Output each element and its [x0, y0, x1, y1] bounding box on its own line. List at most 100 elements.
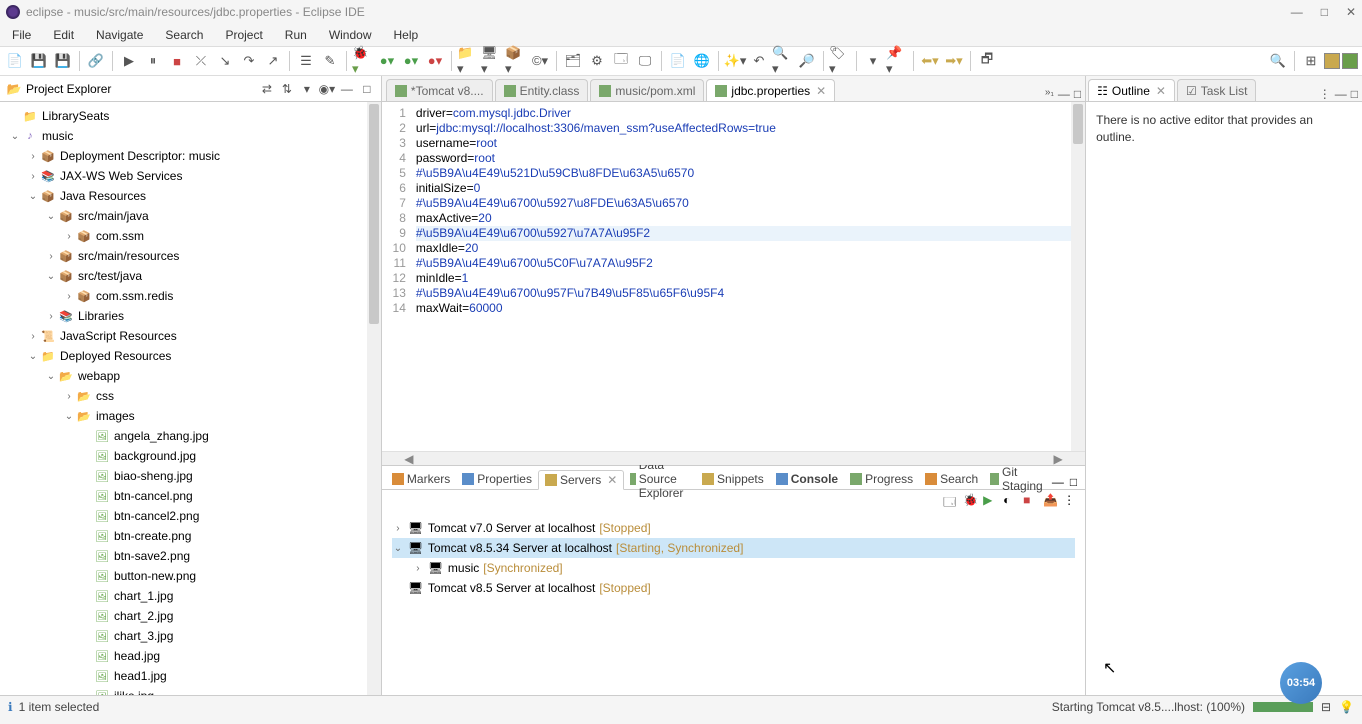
menu-project[interactable]: Project	[221, 26, 266, 44]
bottom-tab-git-staging[interactable]: Git Staging	[984, 469, 1052, 489]
tree-item[interactable]: ⌄📦Java Resources	[0, 186, 381, 206]
debug-perspective-icon[interactable]	[1342, 53, 1358, 69]
menu-navigate[interactable]: Navigate	[92, 26, 147, 44]
close-tab-icon[interactable]: ✕	[607, 473, 617, 487]
step-return-button[interactable]: ↗	[262, 50, 284, 72]
tag-icon[interactable]: 🏷▾	[829, 50, 851, 72]
servers-profile-icon[interactable]: ◐	[1003, 493, 1019, 509]
tree-item[interactable]: 🖼angela_zhang.jpg	[0, 426, 381, 446]
tree-twisty-icon[interactable]: ›	[62, 231, 76, 242]
save-all-button[interactable]: 💾	[52, 50, 74, 72]
window-icon[interactable]: 🗔	[610, 50, 632, 72]
editor-tab[interactable]: jdbc.properties✕	[706, 79, 835, 101]
wand-icon[interactable]: ✨▾	[724, 50, 746, 72]
servers-tree[interactable]: ›🖥Tomcat v7.0 Server at localhost [Stopp…	[382, 512, 1085, 695]
code-line[interactable]: driver=com.mysql.jdbc.Driver	[416, 106, 1085, 121]
tree-item[interactable]: ⌄📦src/test/java	[0, 266, 381, 286]
tree-item[interactable]: 🖼background.jpg	[0, 446, 381, 466]
tree-item[interactable]: 🖼biao-sheng.jpg	[0, 466, 381, 486]
debug-button[interactable]: 🐞▾	[352, 50, 374, 72]
code-line[interactable]: #\u5B9A\u4E49\u6700\u5927\u7A7A\u95F2	[416, 226, 1085, 241]
code-line[interactable]: username=root	[416, 136, 1085, 151]
file-icon[interactable]: 📄	[667, 50, 689, 72]
run-ext-button[interactable]: ●▾	[400, 50, 422, 72]
code-line[interactable]: maxWait=60000	[416, 301, 1085, 316]
servers-nolink-icon[interactable]: 🗔	[943, 493, 959, 509]
tree-twisty-icon[interactable]: ›	[62, 291, 76, 302]
tree-twisty-icon[interactable]: ⌄	[44, 271, 58, 282]
gear-icon[interactable]: ⚙	[586, 50, 608, 72]
maximize-panel-icon[interactable]: □	[1070, 475, 1077, 489]
servers-stop-icon[interactable]: ■	[1023, 493, 1039, 509]
code-line[interactable]: url=jdbc:mysql://localhost:3306/maven_ss…	[416, 121, 1085, 136]
javaee-perspective-icon[interactable]	[1324, 53, 1340, 69]
debug-skip-button[interactable]: ▶	[118, 50, 140, 72]
tree-twisty-icon[interactable]: ›	[392, 523, 404, 534]
tree-item[interactable]: ›📦com.ssm.redis	[0, 286, 381, 306]
vertical-scrollbar[interactable]	[367, 102, 381, 695]
screen-icon[interactable]: 🖵	[634, 50, 656, 72]
tree-twisty-icon[interactable]: ⌄	[26, 191, 40, 202]
filter-icon[interactable]: ▾	[299, 81, 315, 97]
save-button[interactable]: 💾	[28, 50, 50, 72]
tree-item[interactable]: ⌄📦src/main/java	[0, 206, 381, 226]
link-icon[interactable]: 🔗	[85, 50, 107, 72]
code-line[interactable]: password=root	[416, 151, 1085, 166]
scroll-thumb[interactable]	[369, 104, 379, 324]
code-line[interactable]: #\u5B9A\u4E49\u6700\u5C0F\u7A7A\u95F2	[416, 256, 1085, 271]
tab-outline[interactable]: ☷ Outline ✕	[1088, 79, 1175, 101]
editor-tab[interactable]: Entity.class	[495, 79, 589, 101]
code-line[interactable]: maxIdle=20	[416, 241, 1085, 256]
tree-item[interactable]: 🖼head.jpg	[0, 646, 381, 666]
tree-item[interactable]: ⌄♪music	[0, 126, 381, 146]
tree-twisty-icon[interactable]: ›	[26, 151, 40, 162]
code-line[interactable]: minIdle=1	[416, 271, 1085, 286]
collapse-all-icon[interactable]: ⇄	[259, 81, 275, 97]
run-button[interactable]: ●▾	[376, 50, 398, 72]
tree-item[interactable]: ›📜JavaScript Resources	[0, 326, 381, 346]
view-menu-icon[interactable]: ⋮	[1319, 87, 1331, 101]
perspective-open-icon[interactable]: ⊞	[1300, 50, 1322, 72]
maximize-panel-icon[interactable]: □	[1351, 87, 1358, 101]
servers-start-icon[interactable]: ▶	[983, 493, 999, 509]
bottom-tab-progress[interactable]: Progress	[844, 469, 919, 489]
new-button[interactable]: 📄	[4, 50, 26, 72]
back-button[interactable]: ⬅▾	[919, 50, 941, 72]
tree-item[interactable]: 📁LibrarySeats	[0, 106, 381, 126]
tree-item[interactable]: 🖼btn-create.png	[0, 526, 381, 546]
tree-item[interactable]: 🖼ilike.jpg	[0, 686, 381, 695]
search-icon[interactable]: 🔍	[1267, 50, 1289, 72]
servers-menu-icon[interactable]: ⋮	[1063, 493, 1079, 509]
bulb-icon[interactable]: 💡	[1339, 700, 1354, 714]
tree-item[interactable]: 🖼head1.jpg	[0, 666, 381, 686]
bottom-tab-search[interactable]: Search	[919, 469, 984, 489]
minimize-panel-icon[interactable]: —	[1335, 87, 1347, 101]
servers-debug-icon[interactable]: 🐞	[963, 493, 979, 509]
run-ext2-button[interactable]: ●▾	[424, 50, 446, 72]
maximize-panel-icon[interactable]: □	[359, 81, 375, 97]
menu-window[interactable]: Window	[325, 26, 376, 44]
tree-item[interactable]: 🖼btn-cancel2.png	[0, 506, 381, 526]
bottom-tab-properties[interactable]: Properties	[456, 469, 538, 489]
lens-icon[interactable]: 🔎	[796, 50, 818, 72]
menu-run[interactable]: Run	[281, 26, 311, 44]
close-button[interactable]: ✕	[1346, 5, 1356, 19]
maximize-button[interactable]: □	[1321, 5, 1328, 19]
debug-pause-button[interactable]: ⏸	[142, 50, 164, 72]
new-class-button[interactable]: ©▾	[529, 50, 551, 72]
tree-twisty-icon[interactable]: ›	[44, 251, 58, 262]
step-over-button[interactable]: ↷	[238, 50, 260, 72]
link-editor-icon[interactable]: ⇅	[279, 81, 295, 97]
forward-button[interactable]: ➡▾	[943, 50, 965, 72]
servers-publish-icon[interactable]: 📤	[1043, 493, 1059, 509]
minimize-panel-icon[interactable]: —	[1052, 475, 1064, 489]
tree-twisty-icon[interactable]: ⌄	[44, 211, 58, 222]
bottom-tab-console[interactable]: Console	[770, 469, 844, 489]
list-icon[interactable]: ☰	[295, 50, 317, 72]
server-item[interactable]: 🖥Tomcat v8.5 Server at localhost [Stoppe…	[392, 578, 1075, 598]
tree-twisty-icon[interactable]: ⌄	[26, 351, 40, 362]
collapse-icon[interactable]: ⊟	[1321, 700, 1331, 714]
scroll-right-icon[interactable]: ▶	[1051, 452, 1065, 466]
close-tab-icon[interactable]: ✕	[1156, 84, 1166, 98]
maximize-panel-icon[interactable]: □	[1074, 87, 1081, 101]
